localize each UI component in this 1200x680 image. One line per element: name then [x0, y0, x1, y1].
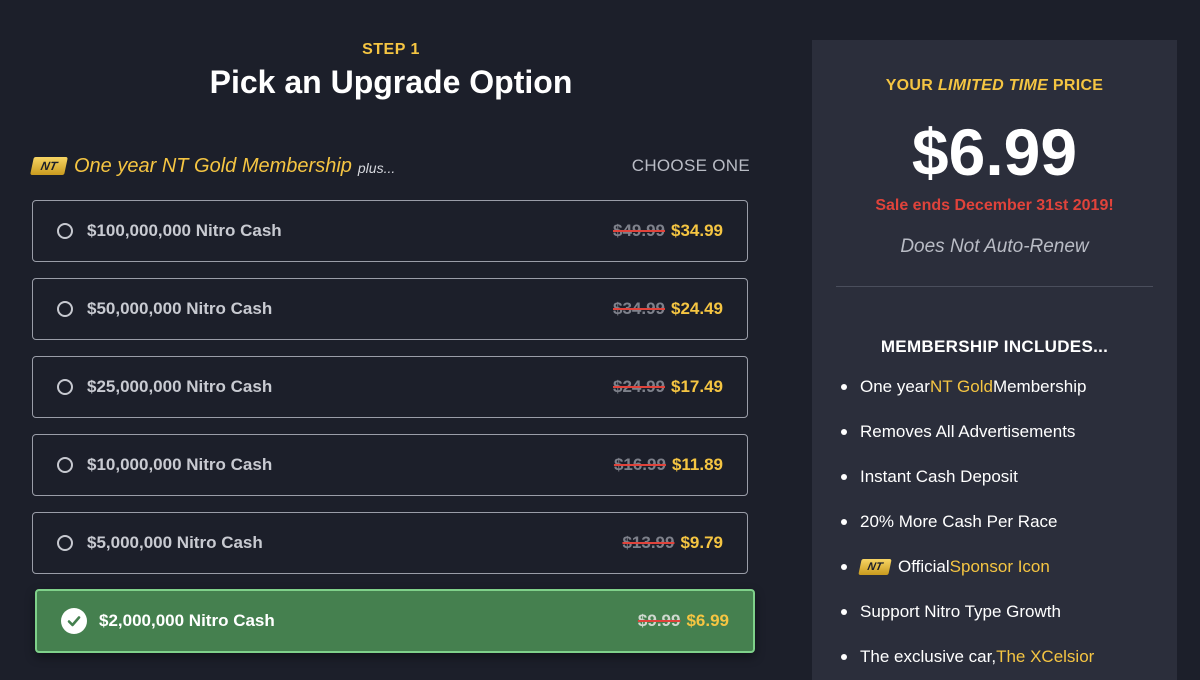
- nt-gold-badge-icon: NT: [30, 157, 68, 175]
- feature-highlight: NT Gold: [929, 377, 993, 396]
- choose-one-label: CHOOSE ONE: [631, 156, 750, 175]
- feature-text-suffix: Membership: [992, 377, 1087, 396]
- checkmark-glyph: [67, 616, 81, 627]
- feature-highlight: The XCelsior: [996, 647, 1095, 666]
- feature-text: 20% More Cash Per Race: [860, 512, 1058, 531]
- feature-item: Instant Cash Deposit: [841, 467, 1018, 487]
- bullet-icon: [841, 474, 847, 480]
- checkmark-icon[interactable]: [61, 608, 87, 634]
- feature-highlight: Sponsor Icon: [949, 557, 1050, 576]
- original-price: $49.99: [613, 221, 665, 240]
- step-label: STEP 1: [362, 41, 420, 58]
- original-price: $13.99: [622, 533, 675, 552]
- option-prices: $24.99 $17.49: [613, 377, 723, 397]
- heading-emphasis: LIMITED TIME: [937, 77, 1049, 94]
- option-label: $5,000,000 Nitro Cash: [87, 533, 263, 552]
- feature-item: Removes All Advertisements: [841, 422, 1075, 442]
- feature-item: NT Official Sponsor Icon: [841, 557, 1050, 577]
- feature-item: Support Nitro Type Growth: [841, 602, 1061, 622]
- divider: [836, 286, 1153, 287]
- option-50m-nitro-cash[interactable]: $50,000,000 Nitro Cash $34.99 $24.49: [32, 278, 748, 340]
- sale-price: $6.99: [686, 611, 729, 630]
- feature-text: Support Nitro Type Growth: [860, 602, 1061, 621]
- sale-end-notice: Sale ends December 31st 2019!: [875, 197, 1114, 214]
- radio-icon[interactable]: [57, 379, 73, 395]
- membership-subheading: NT One year NT Gold Membership plus... C…: [30, 154, 750, 178]
- option-label: $2,000,000 Nitro Cash: [99, 611, 275, 630]
- original-price: $34.99: [613, 299, 665, 318]
- nt-sponsor-badge-icon: NT: [858, 559, 892, 575]
- option-prices: $13.99 $9.79: [622, 533, 723, 553]
- bullet-icon: [841, 519, 847, 525]
- feature-text: Instant Cash Deposit: [860, 467, 1018, 486]
- radio-icon[interactable]: [57, 223, 73, 239]
- bullet-icon: [841, 564, 847, 570]
- option-prices: $9.99 $6.99: [638, 611, 729, 631]
- option-label: $100,000,000 Nitro Cash: [87, 221, 282, 240]
- radio-icon[interactable]: [57, 535, 73, 551]
- feature-text: Removes All Advertisements: [860, 422, 1076, 441]
- total-price: $6.99: [911, 115, 1078, 189]
- option-prices: $16.99 $11.89: [614, 455, 723, 475]
- option-5m-nitro-cash[interactable]: $5,000,000 Nitro Cash $13.99 $9.79: [32, 512, 748, 574]
- option-prices: $49.99 $34.99: [613, 221, 723, 241]
- feature-item: One year NT Gold Membership: [841, 377, 1086, 397]
- original-price: $16.99: [613, 455, 666, 474]
- radio-icon[interactable]: [57, 301, 73, 317]
- sale-price: $11.89: [671, 455, 723, 474]
- option-10m-nitro-cash[interactable]: $10,000,000 Nitro Cash $16.99 $11.89: [32, 434, 748, 496]
- original-price: $9.99: [637, 611, 681, 630]
- bullet-icon: [841, 429, 847, 435]
- feature-item: The exclusive car, The XCelsior: [841, 647, 1094, 667]
- option-label: $50,000,000 Nitro Cash: [87, 299, 273, 318]
- price-summary-panel: YOUR LIMITED TIME PRICE $6.99 Sale ends …: [812, 40, 1177, 680]
- sale-price: $24.49: [671, 299, 723, 318]
- bullet-icon: [841, 654, 847, 660]
- option-label: $25,000,000 Nitro Cash: [87, 377, 273, 396]
- page-title: Pick an Upgrade Option: [209, 64, 573, 100]
- feature-text: The exclusive car,: [860, 647, 997, 666]
- option-prices: $34.99 $24.49: [613, 299, 723, 319]
- bullet-icon: [841, 609, 847, 615]
- heading-prefix: YOUR: [885, 77, 938, 94]
- upgrade-options-section: STEP 1 Pick an Upgrade Option NT One yea…: [30, 0, 755, 680]
- feature-text: Official: [898, 557, 950, 576]
- option-25m-nitro-cash[interactable]: $25,000,000 Nitro Cash $24.99 $17.49: [32, 356, 748, 418]
- membership-label: One year NT Gold Membership: [74, 154, 352, 177]
- original-price: $24.99: [613, 377, 665, 396]
- feature-item: 20% More Cash Per Race: [841, 512, 1057, 532]
- radio-icon[interactable]: [57, 457, 73, 473]
- option-2m-nitro-cash-selected[interactable]: $2,000,000 Nitro Cash $9.99 $6.99: [35, 589, 755, 653]
- auto-renew-notice: Does Not Auto-Renew: [900, 236, 1089, 257]
- membership-includes-heading: MEMBERSHIP INCLUDES...: [880, 337, 1109, 356]
- option-label: $10,000,000 Nitro Cash: [87, 455, 273, 474]
- sale-price: $17.49: [671, 377, 723, 396]
- sale-price: $34.99: [671, 221, 723, 240]
- option-100m-nitro-cash[interactable]: $100,000,000 Nitro Cash $49.99 $34.99: [32, 200, 748, 262]
- sale-price: $9.79: [680, 533, 723, 552]
- limited-time-price-heading: YOUR LIMITED TIME PRICE: [812, 77, 1177, 95]
- plus-label: plus...: [357, 160, 396, 176]
- bullet-icon: [841, 384, 847, 390]
- heading-suffix: PRICE: [1048, 77, 1104, 94]
- feature-text: One year: [860, 377, 930, 396]
